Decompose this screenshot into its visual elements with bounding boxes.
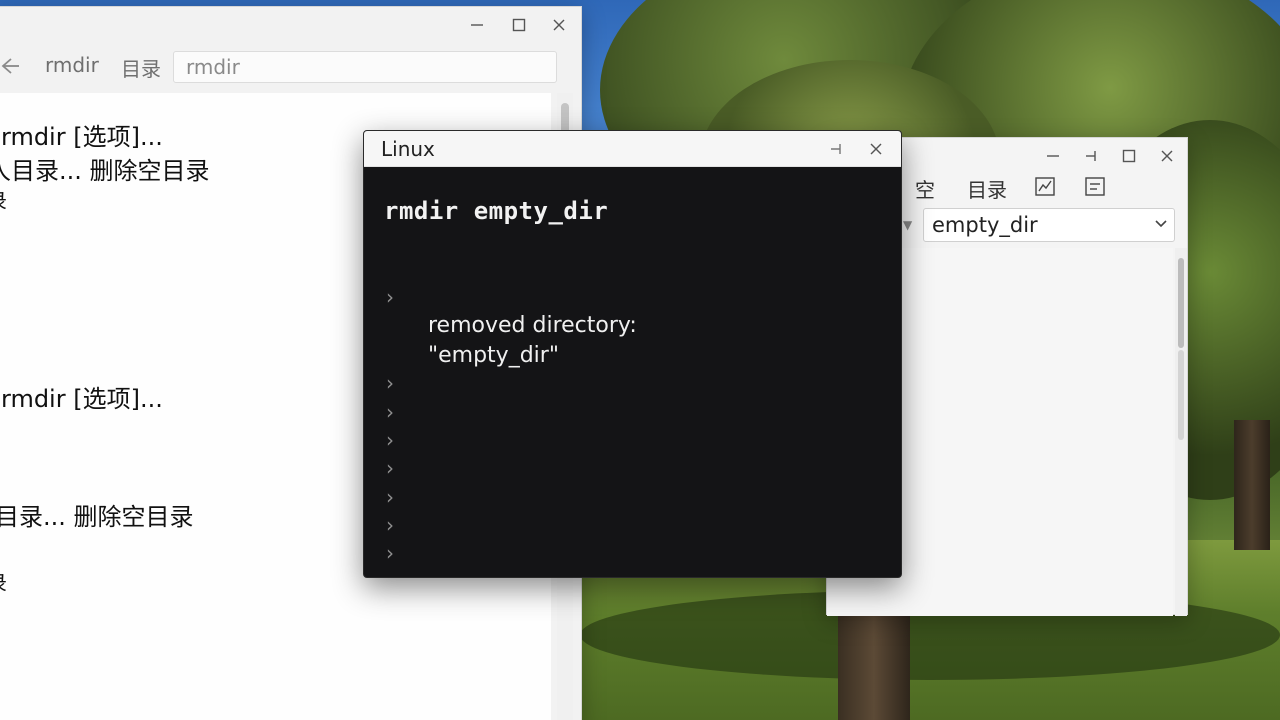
chart-icon[interactable]	[1033, 174, 1057, 203]
prompt-glyph: ›	[386, 456, 394, 480]
text-fragment: 录	[0, 185, 7, 214]
terminal-output-line: removed directory:	[428, 313, 637, 338]
maximize-button[interactable]	[499, 7, 539, 43]
terminal-window: Linux rmdir empty_dir › removed director…	[363, 130, 902, 578]
category-label[interactable]: 目录	[121, 53, 161, 82]
description-line: 目录... 删除空目录	[0, 503, 194, 531]
pin-button[interactable]	[816, 131, 856, 167]
maximize-icon	[512, 18, 526, 32]
prompt-glyph: ›	[386, 485, 394, 509]
maximize-button[interactable]	[1109, 138, 1149, 174]
expand-arrow-icon[interactable]: ▼	[903, 218, 912, 232]
minimize-icon	[1047, 155, 1059, 157]
terminal-output-line: "empty_dir"	[428, 343, 559, 368]
prompt-glyph: ›	[386, 285, 394, 309]
pin-button[interactable]	[1071, 138, 1111, 174]
terminal-title: Linux	[381, 137, 435, 161]
terminal-titlebar: Linux	[364, 131, 901, 167]
search-input[interactable]: rmdir	[173, 51, 557, 83]
manual-titlebar	[0, 7, 581, 43]
prompt-glyph[interactable]: ›	[386, 541, 394, 565]
path-dropdown[interactable]: empty_dir	[923, 208, 1175, 242]
scrollbar-thumb[interactable]	[1178, 258, 1184, 348]
close-icon	[553, 19, 565, 31]
close-button[interactable]	[1147, 138, 1187, 174]
close-button[interactable]	[856, 131, 896, 167]
chevron-down-icon	[1154, 209, 1168, 252]
back-arrow-icon[interactable]	[0, 55, 21, 82]
maximize-icon	[1122, 149, 1136, 163]
prompt-glyph: ›	[386, 371, 394, 395]
synopsis-line: rmdir [选项]...	[1, 123, 163, 151]
toolbar-item-empty[interactable]: 空	[915, 174, 935, 203]
path-value: empty_dir	[932, 213, 1038, 237]
command-label[interactable]: rmdir	[45, 53, 99, 77]
tree-trunk	[1234, 420, 1270, 550]
toolbar-item-directory[interactable]: 目录	[967, 174, 1007, 203]
prompt-glyph: ›	[386, 513, 394, 537]
dashboard-icon[interactable]	[1083, 174, 1107, 203]
close-button[interactable]	[539, 7, 579, 43]
scrollbar-track-segment	[1178, 350, 1184, 440]
terminal-command: rmdir empty_dir	[384, 197, 609, 225]
minimize-button[interactable]	[1033, 138, 1073, 174]
pin-icon	[1086, 151, 1096, 161]
close-icon	[1161, 150, 1173, 162]
minimize-button[interactable]	[457, 7, 497, 43]
description-line: 人目录... 删除空目录	[0, 157, 210, 185]
prompt-glyph: ›	[386, 400, 394, 424]
prompt-glyph: ›	[386, 428, 394, 452]
synopsis-line: rmdir [选项]...	[1, 385, 163, 413]
pin-icon	[831, 144, 841, 154]
close-icon	[870, 143, 882, 155]
minimize-icon	[471, 24, 483, 26]
text-fragment: 录	[0, 567, 7, 596]
